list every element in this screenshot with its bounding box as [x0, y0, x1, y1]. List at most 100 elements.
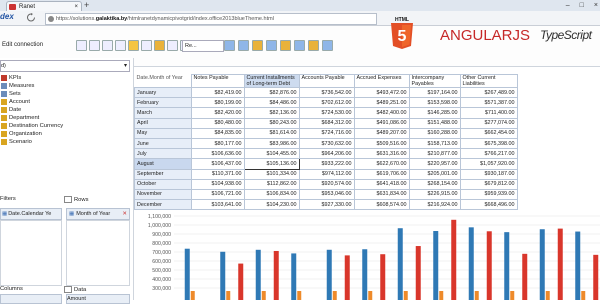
column-header[interactable]: Other Current Liabilities [459, 74, 518, 88]
filters-drop-area[interactable] [0, 220, 62, 286]
grid-cell[interactable]: $684,312.00 [298, 117, 355, 129]
grid-cell[interactable]: $622,670.00 [353, 158, 410, 170]
undo-icon[interactable] [76, 40, 87, 51]
chart-bar[interactable] [238, 263, 244, 300]
table-icon[interactable] [266, 40, 277, 51]
grid-cell[interactable]: $489,251.00 [353, 97, 410, 109]
row-header[interactable]: December [134, 199, 192, 211]
chart-bar[interactable] [255, 249, 261, 300]
grid-cell[interactable]: $631,834.00 [353, 188, 410, 201]
grid-cell[interactable]: $226,915.00 [408, 188, 461, 201]
chart-bar[interactable] [344, 255, 350, 300]
chart-bar[interactable] [575, 231, 581, 300]
chart-bar[interactable] [190, 291, 195, 300]
chart-bar[interactable] [261, 291, 266, 300]
grid-cell[interactable]: $110,371.00 [190, 168, 245, 180]
grid-cell[interactable]: $571,387.00 [459, 97, 518, 109]
grid-cell[interactable]: $84,835.00 [190, 127, 245, 139]
chart-bar[interactable] [415, 246, 421, 300]
chart-bar[interactable] [184, 248, 190, 300]
chart-icon[interactable] [154, 40, 165, 51]
tree-item[interactable]: Department [1, 114, 63, 122]
grid-cell[interactable]: $619,706.00 [353, 168, 410, 180]
chart-bar[interactable] [557, 228, 563, 300]
grid-cell[interactable]: $711,400.00 [459, 107, 518, 119]
grid-cell[interactable]: $153,598.00 [408, 97, 461, 109]
chart-bar[interactable] [291, 253, 297, 300]
grid-cell[interactable]: $920,574.00 [298, 178, 355, 190]
grid-cell[interactable]: $106,437.00 [190, 158, 245, 170]
row-header[interactable]: August [134, 158, 192, 170]
chart-bar[interactable] [332, 291, 337, 300]
save-icon[interactable] [224, 40, 235, 51]
grid-cell[interactable]: $101,334.00 [243, 168, 300, 180]
tree-item[interactable]: Date [1, 106, 63, 114]
nav-buttons[interactable] [23, 13, 39, 24]
tree-item[interactable]: Sets [1, 90, 63, 98]
grid-cell[interactable]: $267,489.00 [459, 86, 518, 99]
grid-cell[interactable]: $631,316.00 [353, 148, 410, 160]
tree-item[interactable]: KPIs [1, 74, 63, 82]
grid-cell[interactable]: $724,530.00 [298, 107, 355, 119]
tree-item[interactable]: Organization [1, 130, 63, 138]
grid-cell[interactable]: $197,164.00 [408, 86, 461, 99]
grid-icon[interactable] [141, 40, 152, 51]
grid-cell[interactable]: $106,636.00 [190, 148, 245, 160]
grid-cell[interactable]: $82,420.00 [190, 107, 245, 119]
grid-cell[interactable]: $105,136.00 [243, 158, 300, 170]
chart-bar[interactable] [403, 291, 408, 300]
chart-bar[interactable] [368, 291, 373, 300]
chevron-down-icon[interactable]: ▾ [124, 61, 127, 71]
grid-cell[interactable]: $482,400.00 [353, 107, 410, 119]
grid-cell[interactable]: $82,419.00 [190, 86, 245, 99]
grid-cell[interactable]: $641,418.00 [353, 178, 410, 190]
chart-bar[interactable] [504, 232, 510, 300]
column-header[interactable]: Notes Payable [190, 74, 245, 88]
grid-cell[interactable]: $493,472.00 [353, 86, 410, 99]
grid-cell[interactable]: $679,812.00 [459, 178, 518, 190]
grid-cell[interactable]: $268,154.00 [408, 178, 461, 190]
grid-cell[interactable]: $930,187.00 [459, 168, 518, 180]
row-header[interactable]: January [134, 86, 192, 99]
column-header[interactable]: Accounts Payable [298, 74, 355, 88]
grid-cell[interactable]: $491,086.00 [353, 117, 410, 129]
grid-cell[interactable]: $80,199.00 [190, 97, 245, 109]
grid-cell[interactable]: $83,986.00 [243, 137, 300, 150]
column-header[interactable]: Accrued Expenses [353, 74, 410, 88]
row-header[interactable]: June [134, 137, 192, 150]
new-tab-button[interactable]: + [84, 1, 89, 10]
grid-cell[interactable]: $974,112.00 [298, 168, 355, 180]
grid-cell[interactable]: $216,924.00 [408, 199, 461, 211]
highlight-icon[interactable] [308, 40, 319, 51]
open-icon[interactable] [238, 40, 249, 51]
grid-cell[interactable]: $81,614.00 [243, 127, 300, 139]
filter-chip-date[interactable]: ▦Date.Calendar Ye [0, 208, 62, 220]
row-header[interactable]: March [134, 107, 192, 119]
grid-cell[interactable]: $489,207.00 [353, 127, 410, 139]
grid-cell[interactable]: $277,074.00 [459, 117, 518, 129]
close-window-button[interactable]: × [594, 2, 598, 9]
rows-drop-area[interactable] [66, 220, 130, 286]
chart-bar[interactable] [297, 291, 302, 300]
chart-bar[interactable] [326, 249, 332, 300]
chart-bar[interactable] [433, 231, 439, 300]
layout-icon[interactable] [252, 40, 263, 51]
tree-item[interactable]: Scenario [1, 138, 63, 146]
remove-icon[interactable]: ✕ [122, 209, 127, 219]
data-chip[interactable]: Amount [66, 294, 130, 304]
chart-bar[interactable] [439, 291, 444, 300]
export-icon[interactable] [115, 40, 126, 51]
grid-cell[interactable]: $668,496.00 [459, 199, 518, 211]
edit-connection-button[interactable]: Edit connection [2, 42, 43, 48]
grid-cell[interactable]: $736,542.00 [298, 86, 355, 99]
grid-cell[interactable]: $82,876.00 [243, 86, 300, 99]
chart-bar[interactable] [380, 254, 386, 300]
chart-bar[interactable] [486, 231, 492, 300]
grid-cell[interactable]: $953,046.00 [298, 188, 355, 201]
chart-bar[interactable] [468, 227, 474, 300]
grid-cell[interactable]: $662,454.00 [459, 127, 518, 139]
grid-cell[interactable]: $84,486.00 [243, 97, 300, 109]
grid-cell[interactable]: $104,230.00 [243, 199, 300, 211]
grid-cell[interactable]: $106,834.00 [243, 188, 300, 201]
grid-cell[interactable]: $724,716.00 [298, 127, 355, 139]
